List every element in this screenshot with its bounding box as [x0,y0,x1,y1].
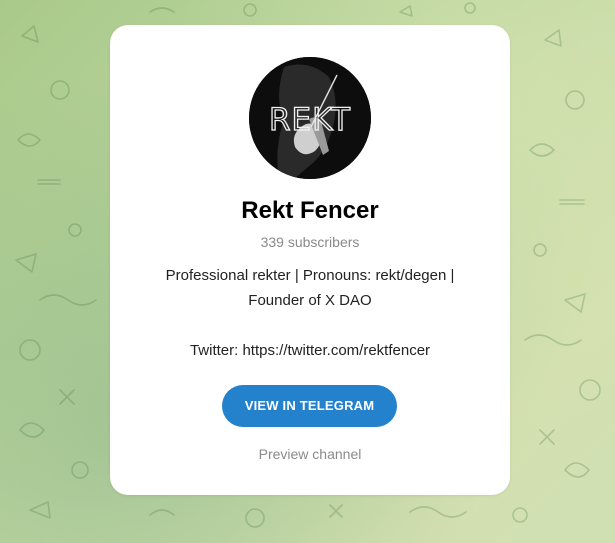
avatar-image: REKT [249,57,371,179]
view-in-telegram-button[interactable]: VIEW IN TELEGRAM [222,385,397,427]
avatar-text: REKT [269,102,351,138]
channel-description: Professional rekter | Pronouns: rekt/deg… [140,263,480,363]
description-line: Professional rekter | Pronouns: rekt/deg… [165,267,455,284]
channel-card: REKT Rekt Fencer 339 subscribers Profess… [110,25,510,495]
channel-avatar: REKT [249,57,371,179]
preview-channel-link[interactable]: Preview channel [110,446,510,462]
subscriber-count: 339 subscribers [260,234,360,250]
description-line: Founder of X DAO [248,292,372,309]
twitter-link-text: Twitter: https://twitter.com/rektfencer [189,342,431,359]
channel-title: Rekt Fencer [241,197,379,224]
